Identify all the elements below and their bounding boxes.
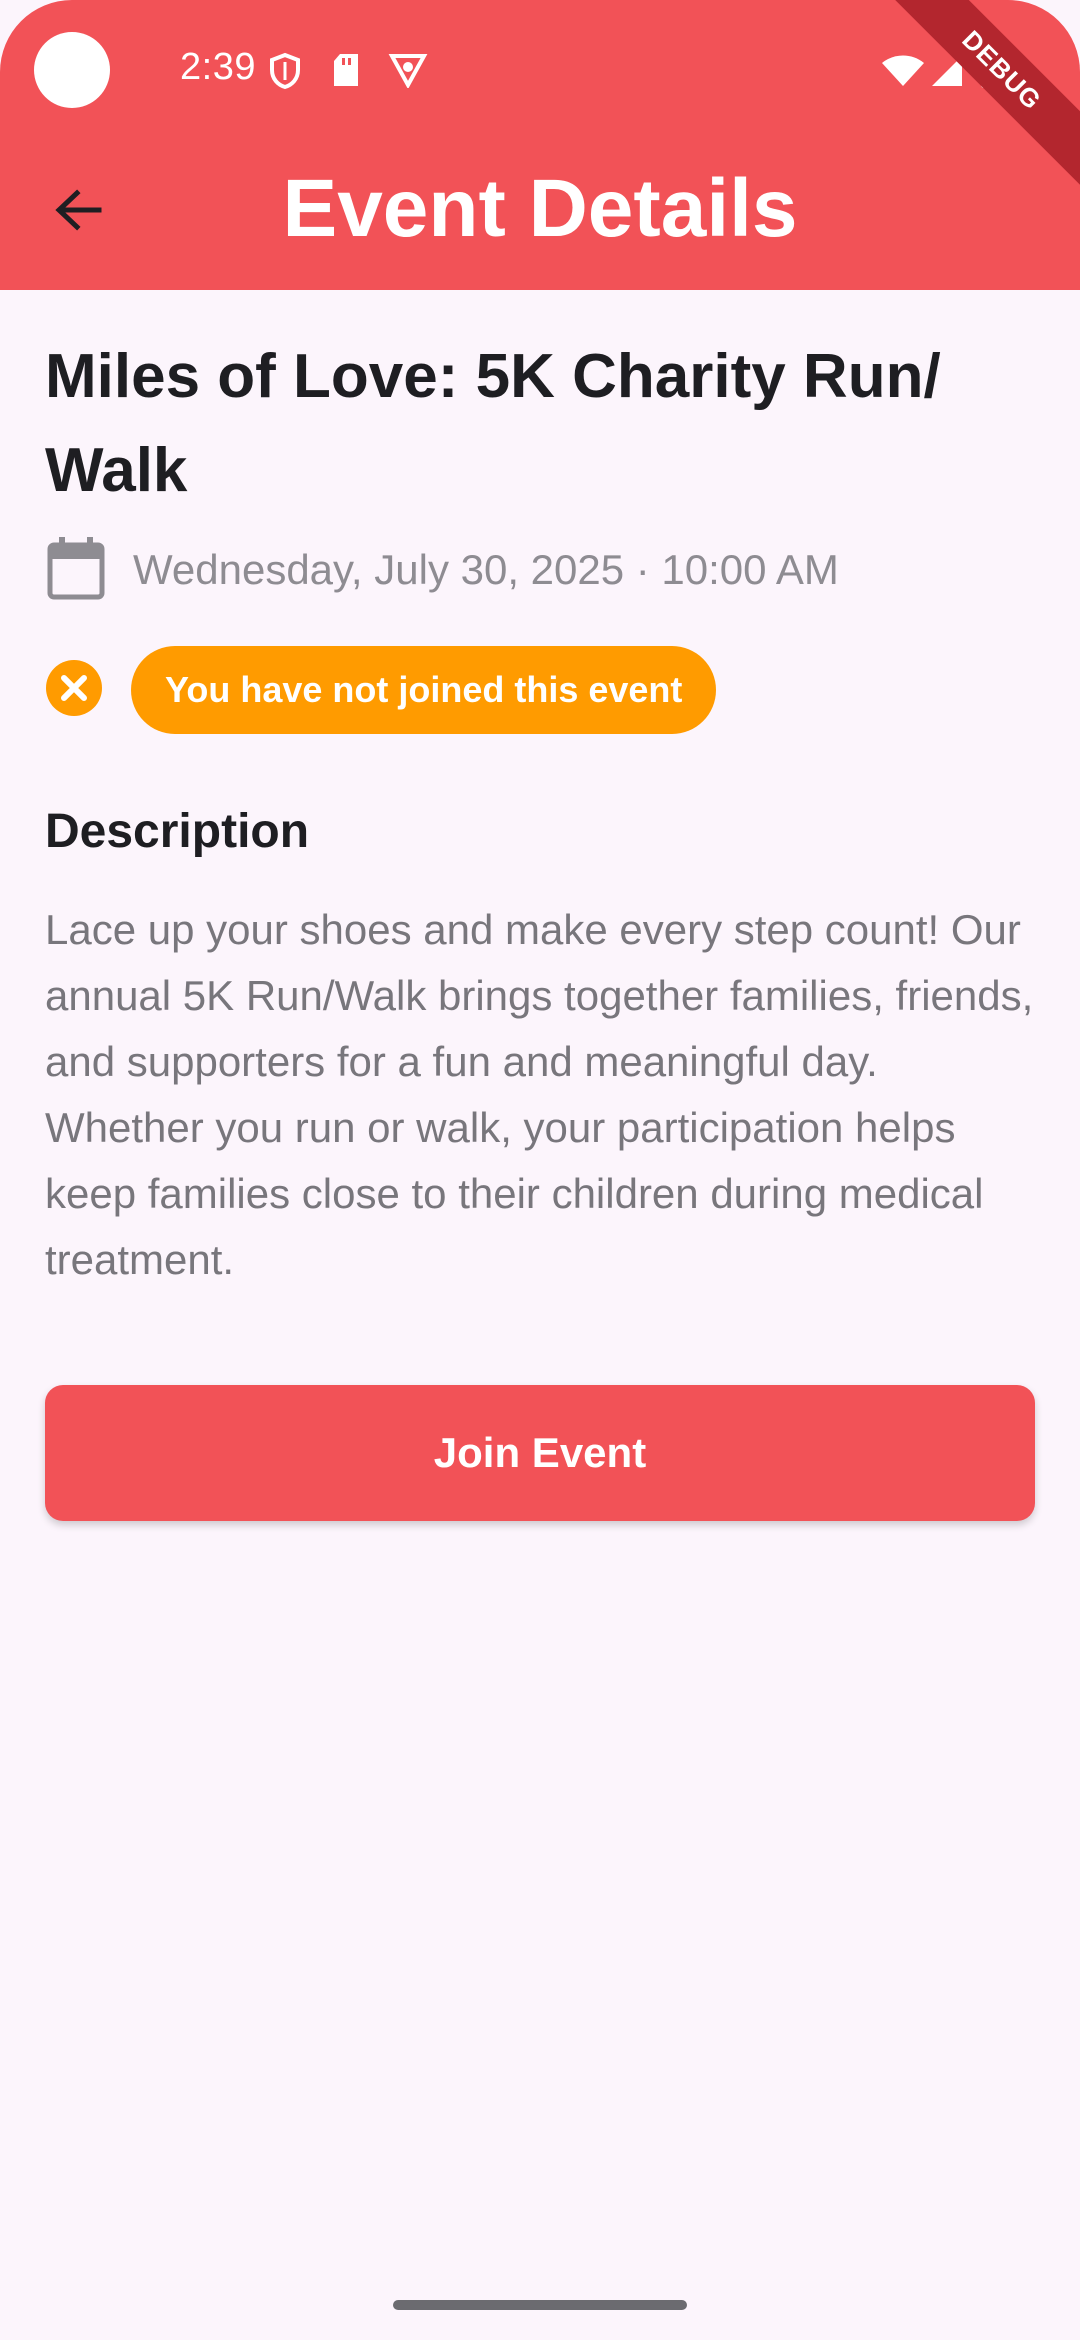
- header: 2:39 DEBUG Event Details: [0, 0, 1080, 290]
- sd-card-icon: [330, 52, 362, 93]
- vpn-icon: [388, 52, 428, 93]
- status-bar: 2:39 DEBUG: [0, 0, 1080, 188]
- join-event-button[interactable]: Join Event: [45, 1385, 1035, 1521]
- description-text: Lace up your shoes and make every step c…: [45, 906, 1034, 1283]
- camera-cutout: [34, 32, 110, 108]
- join-status-badge: You have not joined this event: [131, 646, 717, 734]
- event-title: Miles of Love: 5K Charity Run/ Walk: [45, 342, 941, 505]
- home-indicator[interactable]: [393, 2300, 687, 2310]
- screen: 2:39 DEBUG Event Details Miles of Love: …: [0, 0, 1080, 2340]
- event-details: Miles of Love: 5K Charity Run/ Walk Wedn…: [45, 290, 1035, 1293]
- shield-icon: [268, 52, 302, 95]
- page-title: Event Details: [282, 163, 798, 254]
- wifi-icon: [880, 54, 926, 93]
- cancel-circle-icon: [45, 659, 103, 722]
- status-time: 2:39: [180, 46, 256, 88]
- app-bar: Event Details: [0, 140, 1080, 290]
- description-heading: Description: [45, 805, 310, 858]
- event-datetime-row: Wednesday, July 30, 2025 · 10:00 AM: [45, 530, 1035, 610]
- join-status-row: You have not joined this event: [45, 646, 1035, 734]
- event-datetime: Wednesday, July 30, 2025 · 10:00 AM: [133, 546, 839, 593]
- calendar-icon: [45, 535, 107, 606]
